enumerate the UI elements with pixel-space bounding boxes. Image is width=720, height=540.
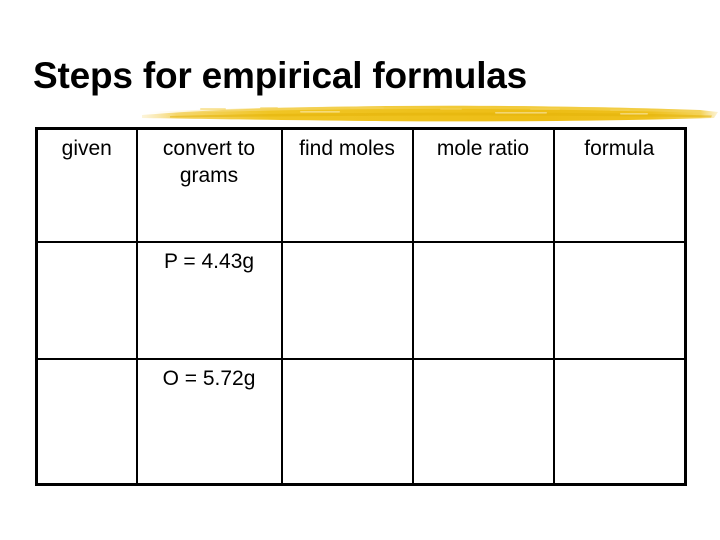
cell-given-row2-value — [42, 365, 132, 366]
cell-mole-ratio-row1[interactable] — [411, 241, 555, 360]
column-header-mole-ratio: mole ratio — [411, 127, 555, 243]
column-header-convert-to-grams: convert to grams — [135, 127, 283, 243]
cell-mole-ratio-row2[interactable] — [411, 358, 555, 486]
cell-given-row1[interactable] — [35, 241, 138, 360]
cell-mole-ratio-row2-value — [418, 365, 549, 366]
slide-canvas: Steps for empirical formulas given conve… — [0, 0, 720, 540]
column-header-find-moles: find moles — [280, 127, 414, 243]
column-header-given: given — [35, 127, 138, 243]
steps-table-container: given convert to grams find moles mole r… — [35, 127, 687, 486]
cell-formula-row2[interactable] — [552, 358, 687, 486]
table-row: O = 5.72g — [35, 358, 687, 486]
cell-convert-row2-value: O = 5.72g — [162, 367, 256, 390]
cell-find-moles-row1[interactable] — [280, 241, 414, 360]
cell-convert-row2[interactable]: O = 5.72g — [135, 358, 283, 486]
column-header-find-moles-label: find moles — [299, 137, 395, 160]
cell-convert-row1-value: P = 4.43g — [163, 250, 255, 273]
cell-formula-row2-value — [559, 365, 681, 366]
brush-stroke-icon — [142, 105, 718, 122]
cell-find-moles-row2-value — [287, 365, 408, 366]
cell-find-moles-row2[interactable] — [280, 358, 414, 486]
cell-find-moles-row1-value — [287, 248, 408, 249]
empirical-formula-steps-table: given convert to grams find moles mole r… — [35, 127, 687, 486]
column-header-convert-to-grams-label: convert to grams — [162, 137, 256, 187]
page-title: Steps for empirical formulas — [33, 55, 528, 96]
table-row: P = 4.43g — [35, 241, 687, 360]
table-header-row: given convert to grams find moles mole r… — [35, 127, 687, 243]
column-header-formula-label: formula — [584, 137, 655, 160]
cell-formula-row1[interactable] — [552, 241, 687, 360]
cell-mole-ratio-row1-value — [418, 248, 549, 249]
yellow-highlight-stroke — [140, 101, 720, 123]
cell-given-row2[interactable] — [35, 358, 138, 486]
cell-given-row1-value — [42, 248, 132, 249]
cell-formula-row1-value — [559, 248, 681, 249]
column-header-formula: formula — [552, 127, 687, 243]
column-header-given-label: given — [61, 137, 112, 160]
cell-convert-row1[interactable]: P = 4.43g — [135, 241, 283, 360]
column-header-mole-ratio-label: mole ratio — [436, 137, 530, 160]
